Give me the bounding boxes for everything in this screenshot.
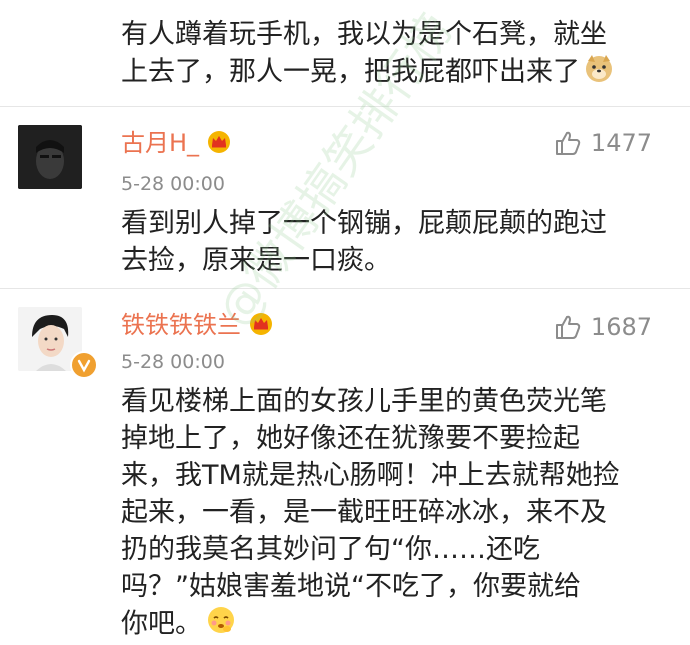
like-button[interactable]: 1477 [555,129,652,157]
comment-text-line: 看见楼梯上面的女孩儿手里的黄色荧光笔 [121,386,607,417]
comment-text-line: 你吧。 [121,605,620,645]
comment-text-line: 去捡，原来是一口痰。 [121,245,391,276]
verified-badge-icon [70,351,98,379]
comment-text: 看见楼梯上面的女孩儿手里的黄色荧光笔 掉地上了，她好像还在犹豫要不要捡起 来，我… [121,383,620,645]
shy-emoji-icon [206,605,236,645]
comment-text-line-part: 你吧。 [121,608,202,640]
avatar[interactable] [18,125,82,189]
comment-3: 铁铁铁铁兰 5-28 00:00 1687 看见楼梯上面的女孩儿手里的黄色荧光笔… [0,289,690,643]
comment-text-line-part: 上去了，那人一晃，把我屁都吓出来了 [121,56,580,88]
comment-text-line: 有人蹲着玩手机，我以为是个石凳，就坐 [121,19,607,50]
comment-text-line: 掉地上了，她好像还在犹豫要不要捡起 [121,423,580,454]
comment-2: 古月H_ 5-28 00:00 1477 看到别人掉了一个钢镚，屁颠屁颠的跑过 … [0,107,690,287]
comment-text: 有人蹲着玩手机，我以为是个石凳，就坐 上去了，那人一晃，把我屁都吓出来了 [121,16,614,93]
thumbs-up-icon[interactable] [555,129,591,157]
username[interactable]: 铁铁铁铁兰 [121,311,275,341]
timestamp: 5-28 00:00 [121,351,225,373]
crown-icon [205,129,233,159]
comment-text-line: 吗？”姑娘害羞地说“不吃了，你要就给 [121,571,581,602]
like-button[interactable]: 1687 [555,313,652,341]
comment-text-line: 来，我TM就是热心肠啊！冲上去就帮她捡 [121,460,620,491]
comment-text-line: 扔的我莫名其妙问了句“你……还吃 [121,534,540,565]
doge-emoji-icon [584,53,614,93]
comment-text-line: 起来，一看，是一截旺旺碎冰冰，来不及 [121,497,607,528]
username-text[interactable]: 古月H_ [121,129,199,157]
timestamp: 5-28 00:00 [121,173,225,195]
like-count: 1687 [590,313,652,341]
comment-text-line: 看到别人掉了一个钢镚，屁颠屁颠的跑过 [121,208,607,239]
crown-icon [247,311,275,341]
thumbs-up-icon[interactable] [555,313,591,341]
comment-1: 有人蹲着玩手机，我以为是个石凳，就坐 上去了，那人一晃，把我屁都吓出来了 [0,0,690,105]
username[interactable]: 古月H_ [121,129,233,159]
comment-text: 看到别人掉了一个钢镚，屁颠屁颠的跑过 去捡，原来是一口痰。 [121,205,607,279]
like-count: 1477 [590,129,652,157]
comment-text-line: 上去了，那人一晃，把我屁都吓出来了 [121,53,614,93]
username-text[interactable]: 铁铁铁铁兰 [121,311,241,339]
